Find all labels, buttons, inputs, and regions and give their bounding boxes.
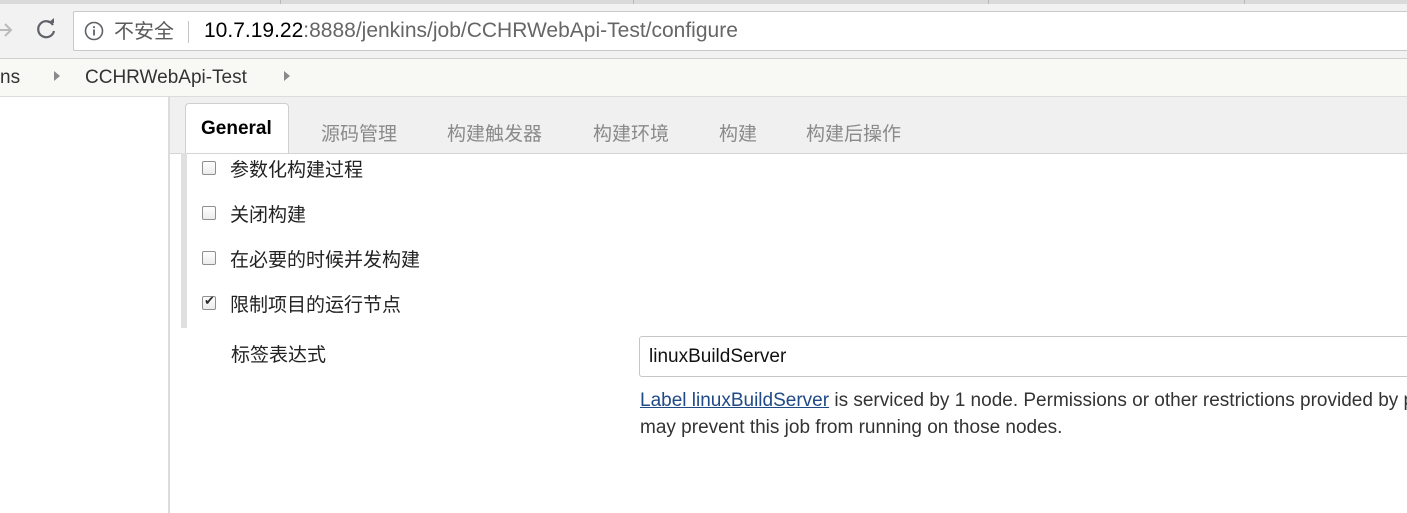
help-text-line-1: is serviced by 1 node. Permissions or ot…: [829, 390, 1407, 411]
restrict-node-checkbox[interactable]: [202, 294, 216, 310]
tab-source-code-management[interactable]: 源码管理: [321, 123, 397, 145]
info-icon[interactable]: [84, 21, 104, 41]
tab-post-build-actions[interactable]: 构建后操作: [806, 123, 901, 145]
label-expression-help: Label linuxBuildServer is serviced by 1 …: [640, 387, 1407, 441]
tab-build-environment[interactable]: 构建环境: [593, 123, 669, 145]
security-label[interactable]: 不安全: [114, 20, 174, 42]
section-indicator: [181, 153, 187, 328]
label-expression-label: 标签表达式: [231, 344, 327, 366]
reload-icon[interactable]: [33, 16, 59, 42]
url-host: 10.7.19.22: [204, 19, 304, 42]
omnibox-divider: [188, 21, 189, 43]
breadcrumb-item-job[interactable]: CCHRWebApi-Test: [85, 68, 247, 88]
tab-general[interactable]: General: [185, 103, 289, 153]
forward-arrow-icon[interactable]: [0, 18, 16, 42]
config-tabs: General 源码管理 构建触发器 构建环境 构建 构建后操作: [170, 97, 1407, 154]
chevron-right-icon: [283, 70, 291, 86]
chevron-right-icon: [53, 70, 61, 86]
label-expression-input[interactable]: [639, 336, 1407, 377]
url-text[interactable]: 10.7.19.22:8888/jenkins/job/CCHRWebApi-T…: [204, 20, 738, 42]
breadcrumb-item-jenkins[interactable]: ns: [0, 68, 20, 88]
disable-build-checkbox[interactable]: [202, 206, 216, 220]
parameterized-build-checkbox[interactable]: [202, 161, 216, 175]
url-path: :8888/jenkins/job/CCHRWebApi-Test/config…: [303, 19, 738, 42]
disable-build-label[interactable]: 关闭构建: [230, 203, 306, 227]
restrict-node-label[interactable]: 限制项目的运行节点: [230, 293, 401, 317]
concurrent-build-label[interactable]: 在必要的时候并发构建: [230, 248, 420, 272]
concurrent-build-checkbox[interactable]: [202, 251, 216, 265]
omnibox[interactable]: 不安全 10.7.19.22:8888/jenkins/job/CCHRWebA…: [73, 11, 1407, 51]
tab-build[interactable]: 构建: [719, 123, 757, 145]
tab-build-triggers[interactable]: 构建触发器: [447, 123, 542, 145]
address-bar-row: 不安全 10.7.19.22:8888/jenkins/job/CCHRWebA…: [0, 4, 1407, 59]
parameterized-build-label[interactable]: 参数化构建过程: [230, 158, 363, 182]
help-text-line-2: may prevent this job from running on tho…: [640, 417, 1063, 438]
label-link[interactable]: Label linuxBuildServer: [640, 390, 829, 411]
breadcrumb: ns CCHRWebApi-Test: [0, 59, 1407, 97]
side-panel-divider: [168, 97, 170, 513]
